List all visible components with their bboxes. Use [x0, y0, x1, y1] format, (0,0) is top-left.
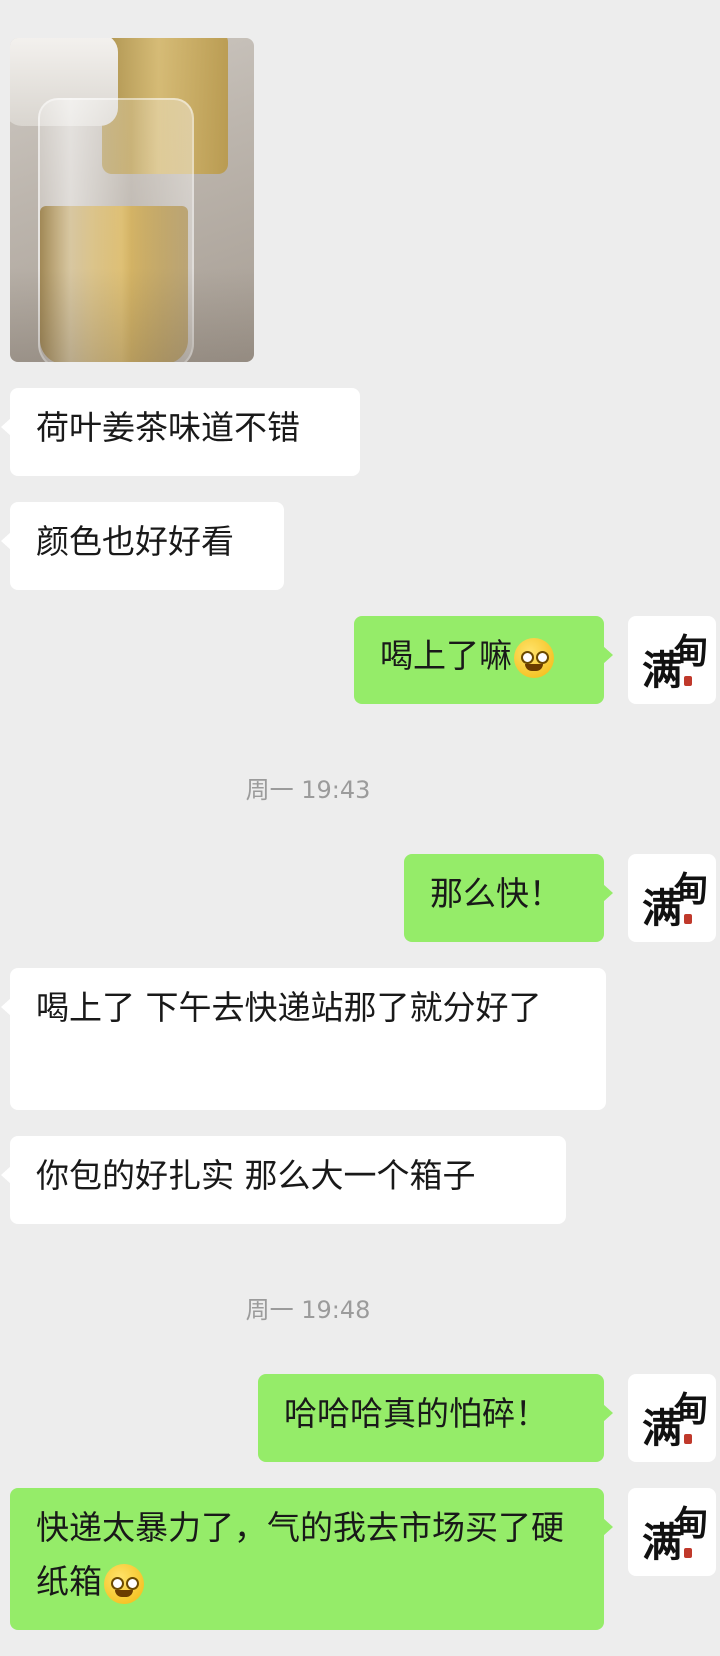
timestamp: 周一 19:43	[245, 776, 371, 804]
message-text: 喝上了 下午去快递站那了就分好了	[36, 988, 542, 1027]
message-text: 哈哈哈真的怕碎！	[284, 1394, 548, 1433]
avatar[interactable]: 甸 满	[628, 616, 716, 704]
avatar-text-big: 满	[642, 1519, 682, 1566]
grin-emoji-icon	[104, 1563, 144, 1604]
message-bubble-sent[interactable]: 喝上了嘛	[354, 616, 613, 704]
message-bubble-received[interactable]: 你包的好扎实 那么大一个箱子	[1, 1136, 566, 1224]
message-text: 那么快！	[430, 874, 562, 913]
avatar[interactable]: 甸 满	[628, 1488, 716, 1576]
message-text: 喝上了嘛	[380, 636, 512, 675]
avatar-text-big: 满	[642, 1405, 682, 1452]
message-text: 荷叶姜茶味道不错	[36, 408, 300, 447]
avatar[interactable]: 甸 满	[628, 854, 716, 942]
seal-icon	[684, 1548, 692, 1558]
message-bubble-received[interactable]: 荷叶姜茶味道不错	[1, 388, 360, 476]
avatar-text-big: 满	[642, 885, 682, 932]
photo-message-tea-glass[interactable]	[10, 38, 254, 362]
seal-icon	[684, 676, 692, 686]
seal-icon	[684, 1434, 692, 1444]
timestamp: 周一 19:48	[245, 1296, 371, 1324]
message-bubble-received[interactable]: 喝上了 下午去快递站那了就分好了	[1, 968, 606, 1110]
grin-emoji-icon	[514, 637, 554, 678]
message-text: 颜色也好好看	[36, 522, 234, 561]
avatar[interactable]: 甸 满	[628, 1374, 716, 1462]
avatar-text-big: 满	[642, 647, 682, 694]
message-text: 你包的好扎实 那么大一个箱子	[36, 1156, 476, 1195]
message-bubble-received[interactable]: 颜色也好好看	[1, 502, 284, 590]
seal-icon	[684, 914, 692, 924]
message-bubble-sent[interactable]: 快递太暴力了，气的我去市场买了硬纸箱	[10, 1488, 613, 1630]
message-bubble-sent[interactable]: 那么快！	[404, 854, 613, 942]
message-bubble-sent[interactable]: 哈哈哈真的怕碎！	[258, 1374, 613, 1462]
